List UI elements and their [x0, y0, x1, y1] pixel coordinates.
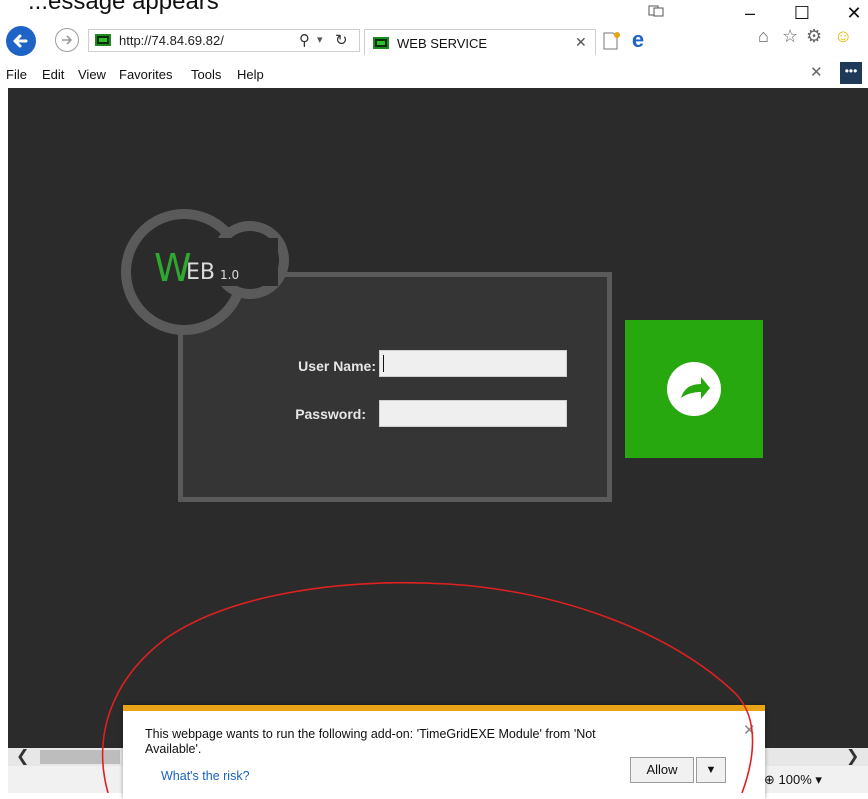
menu-tools[interactable]: Tools [191, 67, 221, 82]
back-button[interactable] [6, 26, 36, 56]
zoom-icon: ⊕ [764, 772, 775, 787]
logo-text: EB [186, 260, 215, 285]
logo-version: 1.0 [220, 268, 240, 282]
tab-close-icon[interactable]: ✕ [575, 34, 587, 51]
menu-bar: File Edit View Favorites Tools Help [0, 62, 868, 86]
username-input[interactable] [379, 350, 567, 377]
favorites-star-icon[interactable]: ☆ [782, 26, 798, 47]
notification-message: This webpage wants to run the following … [145, 727, 596, 756]
address-bar[interactable]: http://74.84.69.82/ ⚲ ▾ ↻ [88, 29, 360, 52]
tab-favicon-icon [373, 37, 389, 49]
menu-view[interactable]: View [78, 67, 106, 82]
login-submit-button[interactable] [625, 320, 763, 458]
menu-help[interactable]: Help [237, 67, 264, 82]
close-menu-icon[interactable]: ✕ [810, 63, 823, 81]
ie-logo-icon[interactable]: e [626, 29, 650, 53]
whats-the-risk-link[interactable]: What's the risk? [161, 769, 250, 783]
tab-title: WEB SERVICE [397, 36, 488, 51]
gear-icon[interactable]: ⚙ [806, 26, 822, 47]
home-icon[interactable]: ⌂ [758, 26, 769, 47]
scroll-thumb[interactable] [40, 750, 120, 764]
menu-favorites[interactable]: Favorites [119, 67, 172, 82]
menu-file[interactable]: File [6, 67, 27, 82]
allow-button[interactable]: Allow [630, 757, 694, 783]
tab-restore-icon[interactable] [648, 4, 664, 17]
text-caret [383, 355, 384, 372]
site-favicon-icon [95, 34, 111, 46]
addon-notification: This webpage wants to run the following … [123, 705, 765, 799]
smiley-icon[interactable]: ☺ [834, 26, 852, 47]
maximize-button[interactable]: ☐ [788, 2, 816, 24]
new-tab-icon [603, 32, 620, 50]
page-content: W EB 1.0 User Name: Password: [8, 88, 868, 748]
allow-dropdown-button[interactable]: ▼ [696, 757, 726, 783]
search-icon[interactable]: ⚲ [299, 31, 310, 49]
close-window-button[interactable]: ✕ [840, 2, 868, 24]
arrow-right-icon [62, 35, 73, 45]
dropdown-icon[interactable]: ▾ [317, 33, 323, 46]
notification-close-icon[interactable]: ✕ [743, 721, 756, 739]
new-tab-button[interactable] [598, 29, 624, 53]
menu-edit[interactable]: Edit [42, 67, 64, 82]
scroll-left-icon[interactable]: ❮ [16, 746, 29, 766]
password-label: Password: [295, 406, 366, 422]
arrow-left-icon [13, 34, 28, 48]
arrow-circle-icon [667, 362, 721, 416]
tab-web-service[interactable]: WEB SERVICE ✕ [364, 29, 596, 55]
username-label: User Name: [298, 358, 376, 374]
address-url: http://74.84.69.82/ [119, 33, 224, 48]
forward-button[interactable] [55, 28, 79, 52]
scroll-right-icon[interactable]: ❯ [846, 746, 859, 766]
refresh-icon[interactable]: ↻ [335, 31, 348, 49]
zoom-control[interactable]: ⊕ 100% ▾ [764, 772, 822, 788]
password-input[interactable] [379, 400, 567, 427]
more-icon[interactable]: ••• [840, 62, 862, 84]
screenshot-caption: ...essage appears [28, 0, 219, 15]
zoom-level: 100% [778, 772, 812, 787]
minimize-button[interactable]: – [736, 2, 764, 24]
